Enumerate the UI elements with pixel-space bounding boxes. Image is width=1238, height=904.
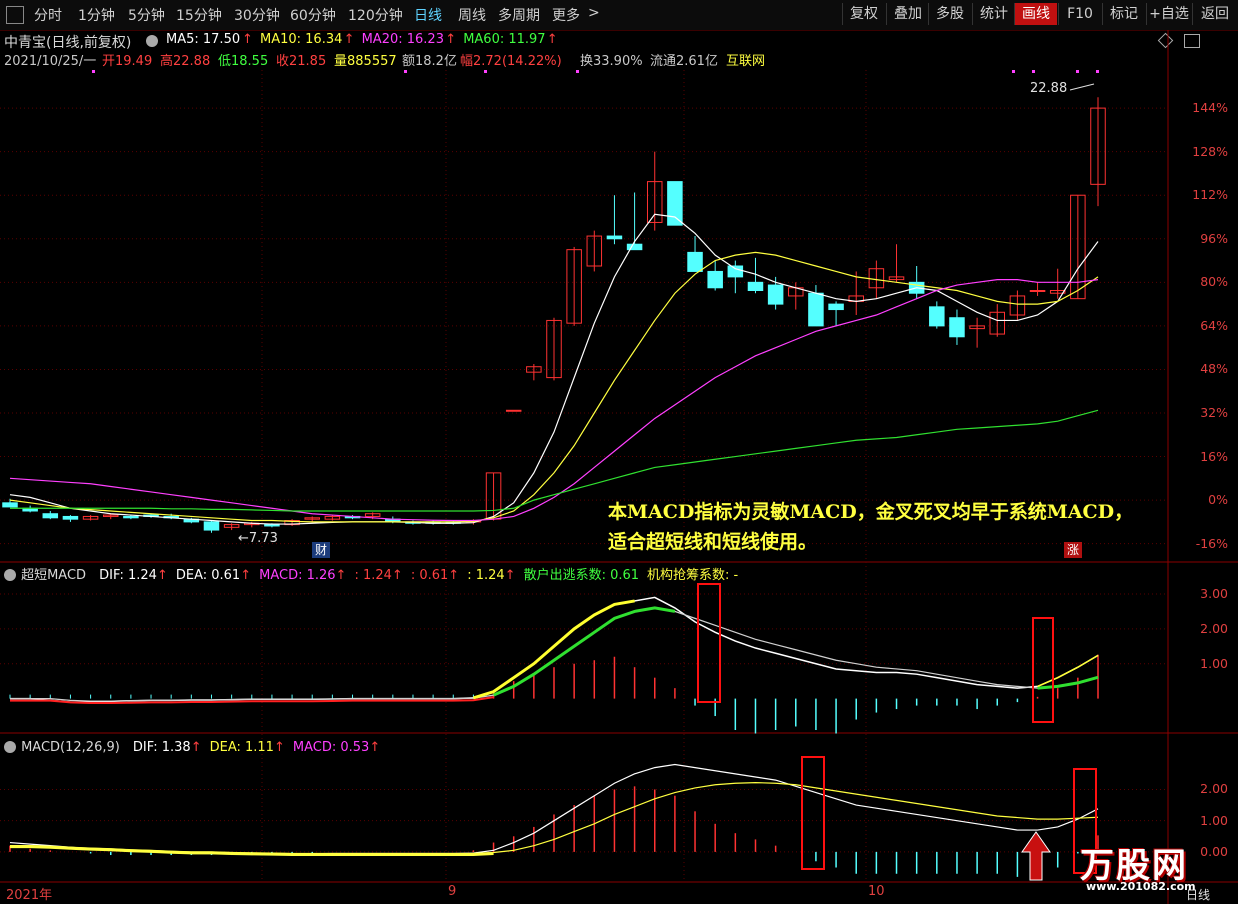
price-tick-4: 80% [1200, 274, 1228, 290]
marker-dot-1 [404, 70, 407, 73]
marker-dot-2 [484, 70, 487, 73]
panel1-value-7: 机构抢筹系数: - [647, 568, 739, 583]
price-tick-9: 0% [1208, 492, 1228, 508]
candle-body-2 [42, 513, 59, 519]
candle-body-46 [929, 306, 945, 327]
high-price-label: 22.88 [1030, 81, 1068, 96]
marker-dot-0 [92, 70, 95, 73]
strategy-note: 本MACD指标为灵敏MACD，金叉死叉均早于系统MACD， 适合超短线和短线使用… [608, 497, 1133, 557]
candle-body-3 [62, 515, 79, 520]
candle-body-0 [2, 502, 18, 508]
watermark-arrow-icon [1021, 831, 1051, 881]
up-arrow-icon: ↑ [335, 568, 347, 583]
marker-dot-3 [576, 70, 579, 73]
up-arrow-icon: ↑ [190, 740, 202, 755]
panel1-tick-0: 3.00 [1200, 585, 1228, 601]
candle-body-30 [606, 235, 623, 240]
up-arrow-icon: ↑ [391, 568, 403, 583]
note-line1: 本MACD指标为灵敏MACD，金叉死叉均早于系统MACD， [608, 501, 1134, 523]
price-tick-6: 48% [1200, 361, 1228, 377]
panel1-value-0: DIF: 1.24 [99, 568, 157, 583]
panel2-tick-2: 0.00 [1200, 843, 1228, 859]
candle-body-37 [747, 281, 764, 292]
candle-body-13 [264, 524, 280, 527]
panel2-value-0: DIF: 1.38 [132, 740, 191, 755]
panel1-value-5: : 1.24 [467, 568, 505, 583]
panel1-value-2: MACD: 1.26 [259, 568, 336, 583]
candle-body-33 [667, 181, 683, 226]
date-month-9: 9 [448, 884, 457, 899]
candle-body-35 [707, 270, 723, 289]
kline-chart[interactable] [0, 0, 1238, 904]
up-arrow-icon: ↑ [156, 568, 168, 583]
date-month-10: 10 [868, 884, 885, 899]
up-arrow-icon: ↑ [504, 568, 516, 583]
price-tick-7: 32% [1200, 405, 1228, 420]
finance-tag[interactable]: 财 [312, 542, 331, 558]
candle-body-41 [828, 303, 844, 311]
panel1-settings-icon[interactable] [4, 568, 16, 581]
date-year-label: 2021年 [6, 888, 53, 903]
marker-dot-7 [1096, 70, 1099, 73]
ma-line-MA60 [10, 409, 1099, 512]
candle-body-40 [808, 292, 824, 327]
marker-dot-6 [1076, 70, 1079, 73]
panel2-title: MACD(12,26,9) [21, 740, 120, 755]
ma-line-MA10 [9, 251, 1099, 523]
panel1-value-4: : 0.61 [410, 568, 449, 583]
up-arrow-icon: ↑ [240, 568, 252, 583]
watermark-url: www.201082.com [1086, 880, 1196, 893]
candle-body-10 [203, 521, 220, 531]
price-tick-10: -16% [1195, 535, 1228, 551]
low-price-label: ←7.73 [238, 531, 278, 546]
panel2-value-1: DEA: 1.11 [209, 740, 274, 755]
price-tick-0: 144% [1192, 100, 1228, 116]
panel1-tick-1: 2.00 [1200, 620, 1228, 636]
candle-body-34 [687, 251, 703, 272]
high-arrow-line [1069, 83, 1095, 91]
panel1-value-6: 散户出逃系数: 0.61 [523, 568, 640, 583]
up-arrow-icon: ↑ [273, 740, 285, 755]
candle-body-51 [1029, 290, 1046, 292]
price-tick-2: 112% [1192, 187, 1228, 203]
candle-body-36 [727, 265, 744, 278]
p1-highlight-box-1 [697, 583, 721, 703]
candle-body-47 [949, 317, 965, 338]
panel2-value-2: MACD: 0.53 [292, 740, 370, 755]
panel1-value-1: DEA: 0.61 [175, 568, 241, 583]
panel2-settings-icon[interactable] [4, 740, 16, 753]
note-line2: 适合超短线和短线使用。 [608, 531, 818, 553]
candle-body-6 [123, 515, 139, 519]
up-arrow-icon: ↑ [369, 740, 381, 755]
price-tick-1: 128% [1192, 143, 1228, 159]
panel1-title: 超短MACD [21, 568, 87, 583]
low-price-value: 7.73 [248, 531, 278, 546]
price-tick-8: 16% [1200, 448, 1228, 464]
p1-yellow-end-line [1037, 654, 1099, 688]
panel1-value-3: : 1.24 [354, 568, 392, 583]
candle-body-31 [626, 243, 643, 251]
marker-dot-5 [1032, 70, 1035, 73]
price-tick-3: 96% [1200, 230, 1228, 246]
price-tick-5: 64% [1200, 317, 1228, 333]
p2-yellow-base-line [10, 845, 494, 856]
marker-dot-4 [1012, 70, 1015, 73]
candle-body-25 [505, 409, 522, 412]
p1-highlight-box-2 [1032, 617, 1054, 723]
up-arrow-icon: ↑ [448, 568, 460, 583]
panel2-tick-0: 2.00 [1200, 781, 1228, 797]
candle-body-38 [767, 284, 784, 305]
panel2-tick-1: 1.00 [1200, 812, 1228, 828]
panel1-tick-2: 1.00 [1200, 655, 1228, 671]
